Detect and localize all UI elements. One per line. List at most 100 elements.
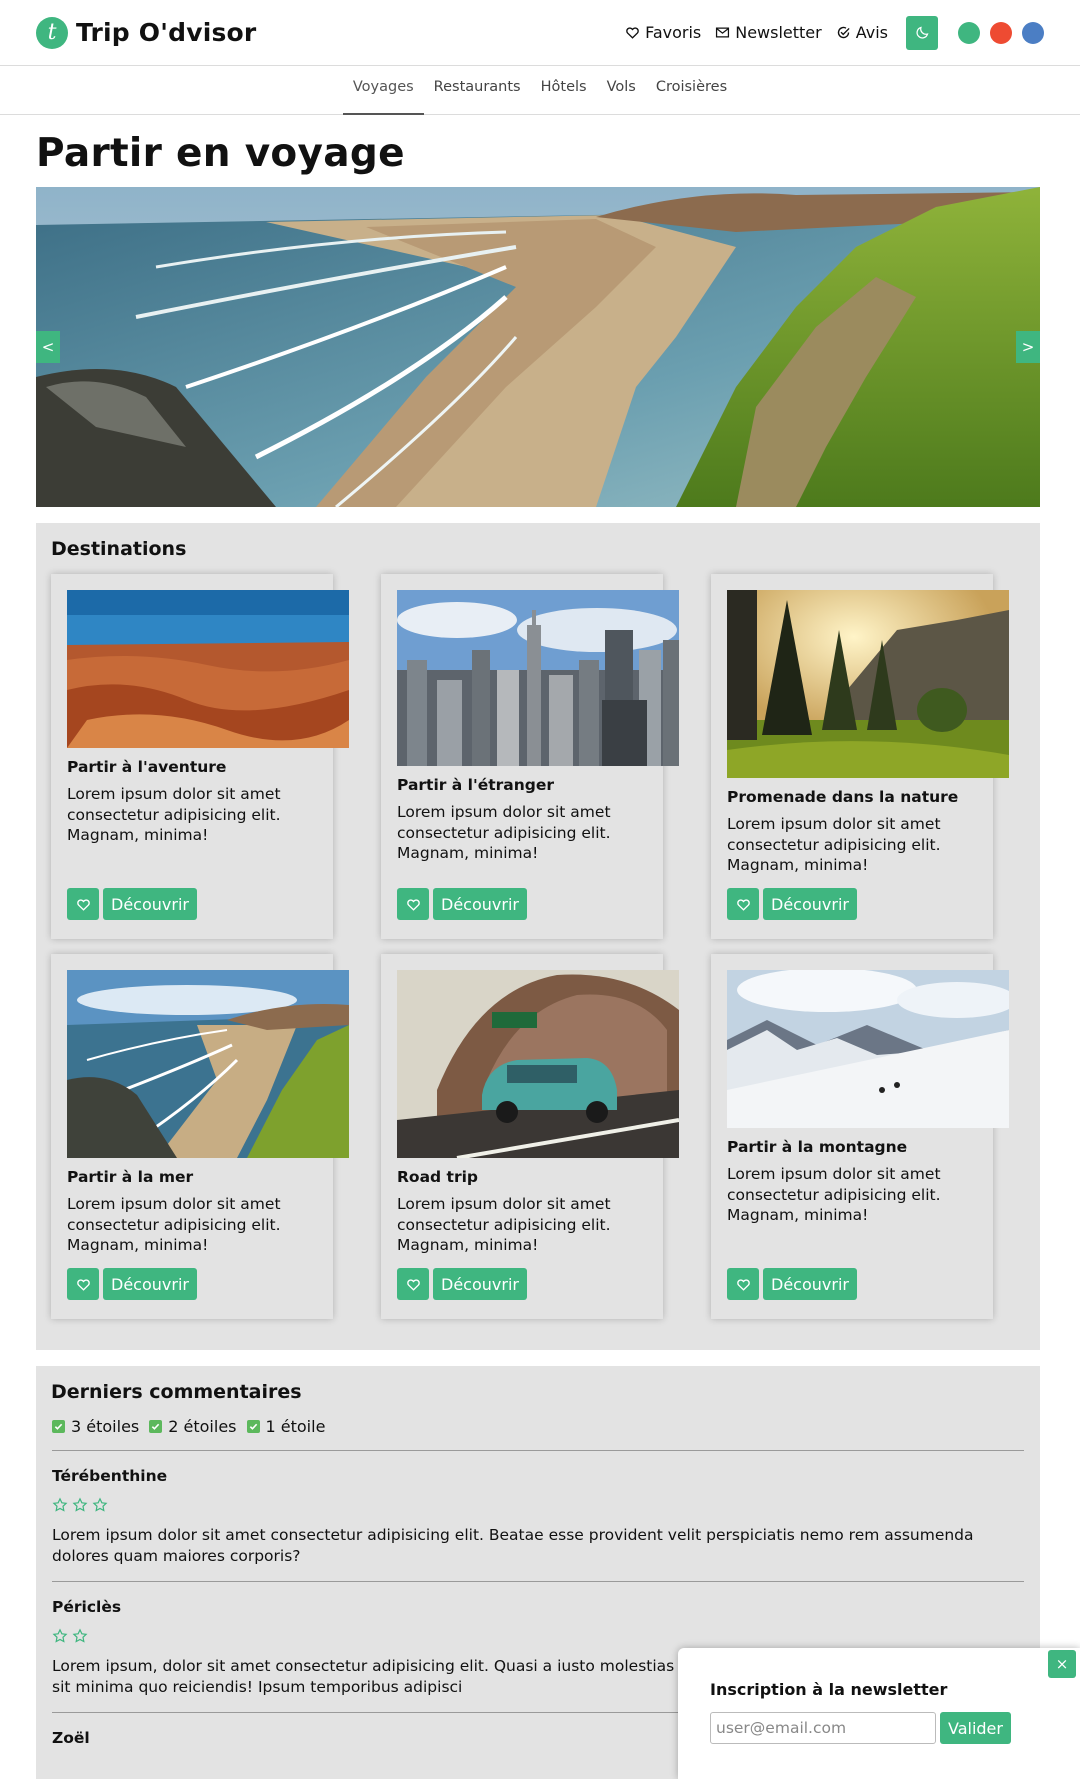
comment-text: Lorem ipsum dolor sit amet consectetur a… <box>52 1526 974 1565</box>
card-text: Lorem ipsum dolor sit amet consectetur a… <box>727 1165 941 1224</box>
favorite-button[interactable] <box>67 1268 99 1300</box>
destination-card: Partir à la montagne Lorem ipsum dolor s… <box>711 954 1009 1319</box>
card-text: Lorem ipsum dolor sit amet consectetur a… <box>397 803 611 862</box>
favorite-button[interactable] <box>727 1268 759 1300</box>
header-actions: Favoris Newsletter Avis <box>625 15 1044 50</box>
card-actions: Découvrir <box>397 1268 527 1300</box>
category-nav: Voyages Restaurants Hôtels Vols Croisièr… <box>0 66 1080 115</box>
newsletter-label: Newsletter <box>735 23 822 42</box>
card-actions: Découvrir <box>67 1268 197 1300</box>
discover-button[interactable]: Découvrir <box>763 1268 857 1300</box>
destinations-title: Destinations <box>51 538 187 560</box>
heart-icon <box>76 1278 90 1291</box>
destinations-section: Destinations Partir à l'aventure Lorem i… <box>36 523 1040 1350</box>
destination-card: Promenade dans la nature Lorem ipsum dol… <box>711 574 1009 939</box>
filter-3-stars[interactable]: 3 étoiles <box>52 1417 139 1436</box>
heart-icon <box>736 1278 750 1291</box>
comment-author: Périclès <box>52 1598 122 1616</box>
page-title: Partir en voyage <box>36 131 405 176</box>
moon-icon <box>915 26 928 39</box>
heart-icon <box>736 898 750 911</box>
close-icon[interactable]: × <box>1048 1650 1076 1678</box>
newsletter-submit-button[interactable]: Valider <box>940 1712 1011 1744</box>
theme-green-swatch[interactable] <box>958 21 980 44</box>
discover-button[interactable]: Découvrir <box>433 888 527 920</box>
tab-restaurants[interactable]: Restaurants <box>424 66 531 115</box>
card-title: Road trip <box>397 1168 478 1186</box>
reviews-label: Avis <box>855 23 888 42</box>
carousel-prev-button[interactable]: < <box>36 331 60 363</box>
favorite-button[interactable] <box>727 888 759 920</box>
star-icon <box>92 1497 108 1512</box>
card-text: Lorem ipsum dolor sit amet consectetur a… <box>397 1195 611 1254</box>
tab-voyages[interactable]: Voyages <box>342 66 424 115</box>
star-icon <box>52 1628 68 1643</box>
card-image-city <box>397 590 679 766</box>
favorite-button[interactable] <box>67 888 99 920</box>
comment-stars <box>52 1628 1024 1644</box>
card-text: Lorem ipsum dolor sit amet consectetur a… <box>727 815 941 874</box>
destination-card: Partir à l'aventure Lorem ipsum dolor si… <box>51 574 349 939</box>
theme-blue-swatch[interactable] <box>1022 21 1044 44</box>
brand[interactable]: t Trip O'dvisor <box>36 16 257 49</box>
dark-mode-button[interactable] <box>906 15 938 50</box>
card-actions: Découvrir <box>727 1268 857 1300</box>
card-title: Partir à l'étranger <box>397 776 555 794</box>
favorite-button[interactable] <box>397 888 429 920</box>
filter-label: 3 étoiles <box>71 1417 140 1436</box>
envelope-icon <box>716 27 730 38</box>
filter-2-stars[interactable]: 2 étoiles <box>149 1417 237 1436</box>
heart-icon <box>76 898 90 911</box>
check-circle-icon <box>837 26 850 39</box>
theme-color-picker <box>958 21 1044 44</box>
card-title: Partir à la mer <box>67 1168 194 1186</box>
discover-button[interactable]: Découvrir <box>763 888 857 920</box>
destination-card: Road trip Lorem ipsum dolor sit amet con… <box>381 954 679 1319</box>
newsletter-popup-title: Inscription à la newsletter <box>710 1680 948 1699</box>
top-header: t Trip O'dvisor Favoris Newsletter Avis <box>0 0 1080 66</box>
comment-item: Térébenthine Lorem ipsum dolor sit amet … <box>36 1451 1040 1581</box>
tab-hotels[interactable]: Hôtels <box>531 66 597 115</box>
card-image-forest <box>727 590 1009 778</box>
brand-name: Trip O'dvisor <box>76 18 257 47</box>
newsletter-link[interactable]: Newsletter <box>715 23 822 42</box>
filter-label: 1 étoile <box>265 1417 326 1436</box>
card-image-beach <box>67 970 349 1158</box>
checkbox-icon[interactable] <box>52 1420 65 1433</box>
favorite-button[interactable] <box>397 1268 429 1300</box>
newsletter-email-input[interactable] <box>710 1712 936 1744</box>
filter-1-star[interactable]: 1 étoile <box>246 1417 326 1436</box>
discover-button[interactable]: Découvrir <box>103 1268 197 1300</box>
reviews-link[interactable]: Avis <box>836 23 888 42</box>
comments-title: Derniers commentaires <box>51 1381 302 1403</box>
theme-red-swatch[interactable] <box>990 21 1012 44</box>
star-icon <box>52 1497 68 1512</box>
card-image-roadtrip <box>397 970 679 1158</box>
favorites-link[interactable]: Favoris <box>625 23 701 42</box>
newsletter-popup: Inscription à la newsletter Valider <box>678 1648 1080 1779</box>
comment-stars <box>52 1497 1024 1513</box>
heart-icon <box>626 27 639 39</box>
tab-croisieres[interactable]: Croisières <box>646 66 737 115</box>
tab-vols[interactable]: Vols <box>597 66 646 115</box>
star-icon <box>72 1628 88 1643</box>
comment-author: Térébenthine <box>52 1467 168 1485</box>
card-actions: Découvrir <box>67 888 197 920</box>
discover-button[interactable]: Découvrir <box>433 1268 527 1300</box>
checkbox-icon[interactable] <box>149 1420 163 1433</box>
carousel-next-button[interactable]: > <box>1016 331 1040 363</box>
checkbox-icon[interactable] <box>246 1420 260 1433</box>
card-image-mountain <box>727 970 1009 1128</box>
heart-icon <box>406 898 420 911</box>
destination-card: Partir à la mer Lorem ipsum dolor sit am… <box>51 954 349 1319</box>
destination-card: Partir à l'étranger Lorem ipsum dolor si… <box>381 574 679 939</box>
card-title: Partir à l'aventure <box>67 758 227 776</box>
discover-button[interactable]: Découvrir <box>103 888 197 920</box>
heart-icon <box>406 1278 420 1291</box>
star-icon <box>72 1497 88 1512</box>
filter-label: 2 étoiles <box>168 1417 237 1436</box>
hero-carousel: < > <box>36 187 1040 507</box>
card-image-desert <box>67 590 349 748</box>
hero-beach-image <box>36 187 1040 507</box>
card-text: Lorem ipsum dolor sit amet consectetur a… <box>67 1195 281 1254</box>
